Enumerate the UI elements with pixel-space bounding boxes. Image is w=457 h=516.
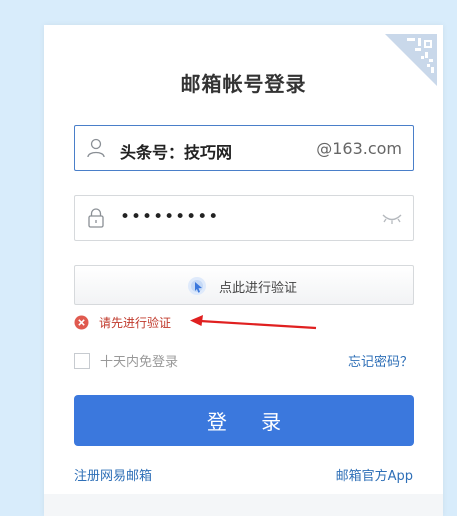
page-title: 邮箱帐号登录 xyxy=(180,72,307,96)
error-text: 请先进行验证 xyxy=(99,315,172,330)
remember-label: 十天内免登录 xyxy=(100,355,179,370)
remember-login[interactable]: 十天内免登录 xyxy=(74,351,178,370)
password-field[interactable]: ••••••••• xyxy=(74,195,414,241)
verify-button[interactable]: 点此进行验证 xyxy=(74,265,414,305)
error-circle-icon xyxy=(74,315,89,329)
forgot-password-link[interactable]: 忘记密码？ xyxy=(348,351,413,370)
verify-button-label: 点此进行验证 xyxy=(219,280,298,296)
account-input-value[interactable]: 头条号：技巧网 xyxy=(120,139,232,163)
red-arrow-icon xyxy=(190,315,317,330)
verify-button-content: 点此进行验证 xyxy=(187,276,297,296)
register-link[interactable]: 注册网易邮箱 xyxy=(74,469,152,484)
card-footer-strip xyxy=(44,494,443,516)
email-domain-suffix: @163.com xyxy=(316,139,402,158)
password-input-value[interactable]: ••••••••• xyxy=(120,207,219,227)
official-app-link[interactable]: 邮箱官方App xyxy=(336,465,413,484)
error-message: 请先进行验证 xyxy=(74,314,171,330)
account-field[interactable]: 头条号：技巧网 @163.com xyxy=(74,125,414,171)
login-button[interactable]: 登 录 xyxy=(74,395,414,446)
user-icon xyxy=(87,138,105,158)
footer-links: 注册网易邮箱 邮箱官方App xyxy=(74,465,413,484)
remember-checkbox[interactable] xyxy=(74,352,90,369)
login-card: 邮箱帐号登录 头条号：技巧网 @163.com ••••••••• 点此进行验证… xyxy=(44,25,443,516)
cursor-click-icon xyxy=(188,277,206,295)
eye-closed-icon[interactable] xyxy=(381,211,403,225)
lock-icon xyxy=(88,208,104,228)
